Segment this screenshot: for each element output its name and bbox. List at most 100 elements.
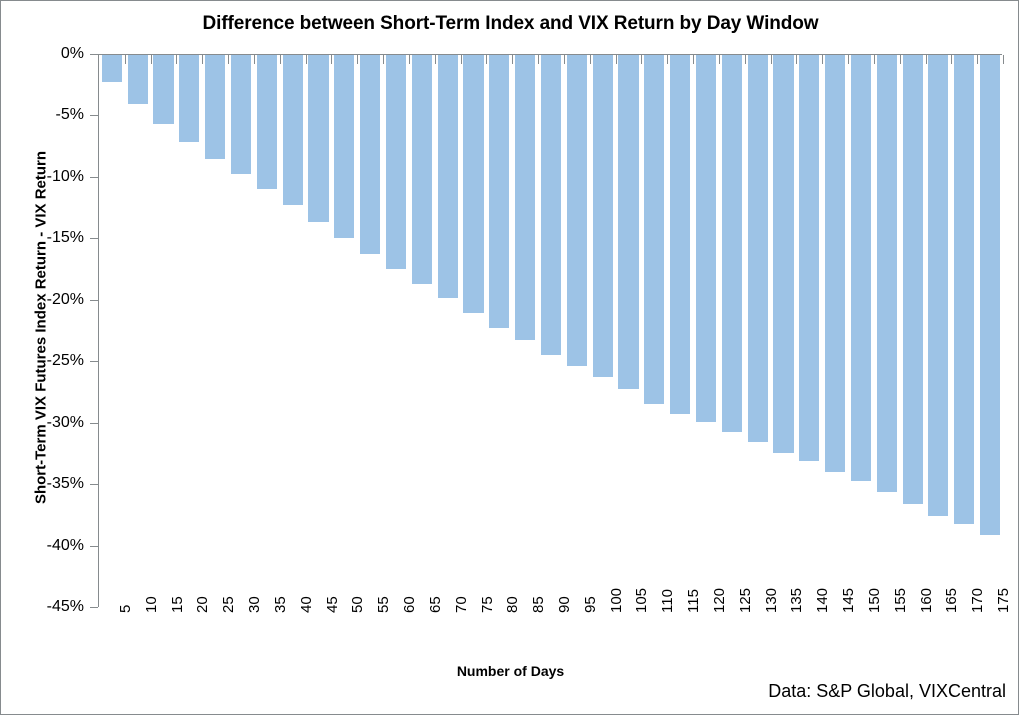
y-axis-tick [90, 484, 98, 486]
x-axis-tick [1003, 55, 1004, 64]
x-axis-tick [848, 55, 850, 64]
x-axis-tick-label: 5 [116, 604, 134, 613]
bar [205, 55, 226, 160]
bar [747, 55, 768, 443]
bar [850, 55, 871, 482]
y-axis-tick-label: -25% [46, 352, 84, 370]
x-axis-tick-label: 165 [943, 587, 961, 613]
x-axis-tick [615, 55, 617, 64]
x-axis-tick [693, 55, 695, 64]
x-axis-tick-label: 45 [323, 596, 341, 613]
x-axis-tick-label: 145 [840, 587, 858, 613]
x-axis-tick-label: 160 [917, 587, 935, 613]
chart-title: Difference between Short-Term Index and … [202, 13, 819, 34]
bar [489, 55, 510, 328]
x-axis-tick-label: 140 [814, 587, 832, 613]
y-axis-tick [90, 238, 98, 240]
bar [411, 55, 432, 284]
bar [153, 55, 174, 124]
bar [721, 55, 742, 433]
bar [127, 55, 148, 105]
bar [179, 55, 200, 143]
bar [282, 55, 303, 205]
y-axis-tick [90, 54, 98, 55]
y-axis-tick-labels: 0% -5% -10% -15% -20% -25% -30% -35% -40% -45% [1, 1, 98, 714]
x-axis-tick-label: 75 [478, 596, 496, 613]
bar [954, 55, 975, 525]
x-axis-tick-label: 50 [349, 596, 367, 613]
x-axis-title: Number of Days [456, 663, 565, 679]
y-axis-tick [90, 176, 98, 178]
bar [101, 55, 122, 83]
y-axis-tick [90, 361, 98, 363]
bar [825, 55, 846, 472]
x-axis-tick [667, 55, 669, 64]
bar [334, 55, 355, 239]
x-axis-tick [899, 55, 901, 64]
y-axis-tick-label: -45% [46, 598, 84, 615]
x-axis-tick-label: 130 [762, 587, 780, 613]
bar [773, 55, 794, 454]
x-axis-tick-label: 60 [401, 596, 419, 613]
x-axis-tick-label: 100 [607, 587, 625, 613]
bar [695, 55, 717, 423]
y-axis-tick-label: -40% [46, 536, 84, 554]
x-axis-tick-label: 30 [246, 596, 264, 613]
bar [230, 55, 252, 175]
x-axis-tick [925, 55, 927, 64]
bar [437, 55, 458, 299]
y-axis-tick [90, 299, 98, 301]
plot-area [98, 54, 1004, 607]
x-axis-tick-label: 110 [659, 589, 677, 613]
x-axis-tick [770, 55, 772, 64]
x-axis-tick-label: 40 [297, 596, 315, 613]
x-axis-tick-label: 65 [426, 596, 444, 613]
y-axis-tick-label: -10% [46, 167, 84, 185]
y-axis-tick [90, 607, 98, 608]
bar [592, 55, 613, 377]
bar [670, 55, 691, 414]
x-axis-tick [822, 55, 824, 64]
x-axis-tick [873, 55, 875, 64]
x-axis-tick-label: 25 [220, 596, 238, 613]
chart-container: Difference between Short-Term Index and … [0, 0, 1019, 715]
x-axis-tick-labels: 5 10 15 20 25 30 35 40 45 50 55 60 65 70 75 80 85 90 95 100… [98, 588, 1012, 667]
x-axis-tick [460, 55, 462, 64]
x-axis-tick [744, 55, 746, 64]
x-axis-tick-label: 80 [504, 596, 522, 613]
x-axis-tick-label: 105 [633, 587, 651, 613]
source-note: Data: S&P Global, VIXCentral [768, 681, 1006, 701]
x-axis-tick-label: 120 [710, 587, 728, 613]
x-axis-tick-label: 15 [168, 596, 186, 613]
bar [515, 55, 536, 341]
y-axis-tick [90, 422, 98, 424]
x-axis-tick [150, 55, 152, 64]
x-axis-tick [486, 55, 488, 64]
bars-layer [99, 55, 1004, 607]
x-axis-tick [589, 55, 591, 64]
x-axis-tick-label: 150 [865, 587, 883, 613]
bar [360, 55, 381, 255]
y-axis-tick-label: -35% [46, 475, 84, 493]
x-axis-tick [977, 55, 979, 64]
x-axis-tick [331, 55, 333, 64]
x-axis-tick-label: 90 [556, 596, 573, 613]
y-axis-tick [90, 545, 98, 547]
x-axis-tick-label: 35 [271, 596, 289, 613]
bar [928, 55, 949, 516]
x-axis-tick [228, 55, 230, 64]
x-axis-tick-label: 155 [891, 587, 909, 613]
x-axis-tick-label: 170 [969, 587, 987, 613]
x-axis-tick [176, 55, 178, 64]
bar [308, 55, 329, 223]
x-axis-tick-label: 135 [788, 587, 806, 613]
x-axis-tick [408, 55, 410, 64]
x-axis-tick [512, 55, 514, 64]
x-axis-tick-label: 115 [685, 589, 703, 613]
x-axis-tick-label: 85 [530, 596, 548, 613]
x-axis-tick [641, 55, 643, 64]
x-axis-tick [279, 55, 281, 64]
y-axis-tick [90, 115, 98, 117]
x-axis-tick-label: 10 [142, 596, 160, 613]
x-axis-tick [357, 55, 359, 64]
